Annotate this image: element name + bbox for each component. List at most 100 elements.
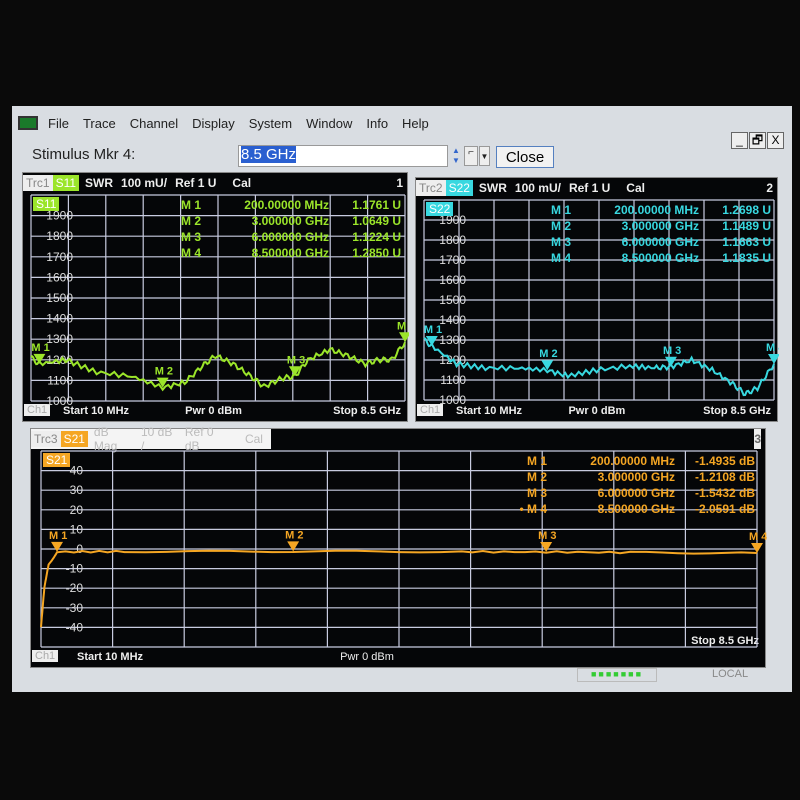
marker-value: 1.2850 U xyxy=(352,246,401,260)
marker-row[interactable]: M 2 3.000000 GHz 1.1489 U xyxy=(535,218,771,234)
menu-info[interactable]: Info xyxy=(366,116,388,131)
stimulus-input[interactable]: 8.5 GHz xyxy=(238,145,448,167)
marker-row[interactable]: M 3 6.000000 GHz 1.1224 U xyxy=(165,229,401,245)
y-tick-label: 1500 xyxy=(46,291,73,305)
y-tick-label: -20 xyxy=(66,581,84,595)
y-tick-label: 20 xyxy=(70,503,84,517)
marker-value: -1.2108 dB xyxy=(694,470,755,484)
marker-value: 1.0649 U xyxy=(352,214,401,228)
marker-table: M 1 200.00000 MHz -1.4935 dB M 2 3.000000 GH… xyxy=(511,453,755,517)
step-icon[interactable]: ⌐ xyxy=(464,146,478,166)
status-leds: ■■■■■■■ xyxy=(577,668,657,682)
y-tick-label: 10 xyxy=(70,522,84,536)
marker-triangle-icon xyxy=(287,541,300,552)
marker-triangle-icon xyxy=(768,354,779,364)
app-icon[interactable] xyxy=(18,116,38,130)
marker-label: M 2 xyxy=(285,529,303,541)
marker-name: M 3 xyxy=(526,486,547,500)
spin-arrows-icon[interactable]: ▲ ▼ xyxy=(452,146,462,168)
marker-row[interactable]: M 2 3.000000 GHz -1.2108 dB xyxy=(511,469,755,485)
menu-file[interactable]: File xyxy=(48,116,69,131)
marker-row[interactable]: M 1 200.00000 MHz 1.2698 U xyxy=(535,202,771,218)
marker-label: M 1 xyxy=(31,342,49,354)
marker-table: M 1 200.00000 MHz 1.2698 U M 2 3.000000 GHz 1… xyxy=(535,202,771,266)
trace-panel-1[interactable]: Trc1 S11 SWR 100 mU/ Ref 1 U Cal 1 Ch1 S… xyxy=(22,172,409,422)
param-tag: S21 xyxy=(43,453,71,467)
y-tick-label: -10 xyxy=(66,562,84,576)
y-tick-label: 0 xyxy=(76,542,83,556)
menu-channel[interactable]: Channel xyxy=(130,116,178,131)
marker-stimulus: 200.00000 MHz xyxy=(244,198,329,212)
marker-name: M 4 xyxy=(180,246,201,260)
menu-bar: File Trace Channel Display System Window… xyxy=(12,110,792,136)
menu-window[interactable]: Window xyxy=(306,116,352,131)
marker-name: M 1 xyxy=(526,454,547,468)
y-tick-label: 1100 xyxy=(440,373,466,387)
trace-panel-3[interactable]: Trc3 S21 dB Mag 10 dB / Ref 0 dB Cal 3 C… xyxy=(30,425,767,668)
marker-value: 1.2698 U xyxy=(722,203,771,217)
y-tick-label: 1300 xyxy=(46,332,73,346)
marker-row[interactable]: M 1 200.00000 MHz -1.4935 dB xyxy=(511,453,755,469)
marker-label: M 3 xyxy=(538,530,556,542)
marker-label: M 4 xyxy=(749,531,767,543)
marker-value: 1.1663 U xyxy=(722,235,771,249)
marker-name: M 2 xyxy=(526,470,547,484)
y-tick-label: 1600 xyxy=(439,273,466,287)
marker-stimulus: 6.000000 GHz xyxy=(251,230,329,244)
marker-table: M 1 200.00000 MHz 1.1761 U M 2 3.000000 GHz 1… xyxy=(165,197,401,261)
y-tick-label: 1400 xyxy=(439,313,466,327)
trace-panel-2[interactable]: Trc2 S22 SWR 100 mU/ Ref 1 U Cal 2 Ch1 S… xyxy=(415,177,779,422)
marker-triangle-icon xyxy=(399,332,409,343)
y-tick-label: 40 xyxy=(70,464,84,478)
y-tick-label: -40 xyxy=(66,620,84,634)
marker-value: -1.4935 dB xyxy=(694,454,755,468)
y-tick-label: 1500 xyxy=(439,293,466,307)
dropdown-arrow-icon[interactable]: ▼ xyxy=(479,146,490,166)
marker-label: M 2 xyxy=(155,366,173,378)
stimulus-toolbar: Stimulus Mkr 4: 8.5 GHz ▲ ▼ ⌐ ▼ Close xyxy=(12,142,792,172)
stimulus-value: 8.5 GHz xyxy=(241,146,297,163)
menu-system[interactable]: System xyxy=(249,116,292,131)
marker-stimulus: 6.000000 GHz xyxy=(597,486,675,500)
marker-triangle-icon xyxy=(51,541,64,552)
marker-label: M 2 xyxy=(539,348,557,360)
y-tick-label: 30 xyxy=(70,483,84,497)
menu-help[interactable]: Help xyxy=(402,116,429,131)
marker-label: M 3 xyxy=(287,354,305,366)
marker-label: M 1 xyxy=(49,530,67,542)
y-tick-label: 1700 xyxy=(46,250,73,264)
y-tick-label: 1000 xyxy=(46,394,73,408)
marker-name: M 2 xyxy=(180,214,201,228)
menu-trace[interactable]: Trace xyxy=(83,116,116,131)
marker-name: M 2 xyxy=(550,219,571,233)
marker-value: 1.1835 U xyxy=(722,251,771,265)
y-tick-label: 1100 xyxy=(47,373,73,387)
marker-row[interactable]: M 1 200.00000 MHz 1.1761 U xyxy=(165,197,401,213)
close-button[interactable]: Close xyxy=(496,146,554,168)
marker-row[interactable]: M 4 8.500000 GHz 1.2850 U xyxy=(165,245,401,261)
marker-row[interactable]: M 2 3.000000 GHz 1.0649 U xyxy=(165,213,401,229)
marker-label: M 3 xyxy=(663,345,681,357)
marker-stimulus: 8.500000 GHz xyxy=(251,246,329,260)
marker-stimulus: 3.000000 GHz xyxy=(597,470,675,484)
param-tag: S11 xyxy=(33,197,60,211)
marker-row[interactable]: M 4 8.500000 GHz 1.1835 U xyxy=(535,250,771,266)
menu-display[interactable]: Display xyxy=(192,116,235,131)
y-tick-label: 1300 xyxy=(439,333,466,347)
marker-value: -1.5432 dB xyxy=(694,486,755,500)
marker-label: M 4 xyxy=(766,342,779,354)
param-tag: S22 xyxy=(426,202,454,216)
y-tick-label: 1800 xyxy=(439,233,466,247)
marker-stimulus: 200.00000 MHz xyxy=(614,203,699,217)
y-tick-label: 1700 xyxy=(439,253,466,267)
stimulus-label: Stimulus Mkr 4: xyxy=(32,146,136,163)
marker-row[interactable]: • M 4 8.500000 GHz -2.0591 dB xyxy=(511,501,755,517)
marker-name: M 1 xyxy=(550,203,571,217)
marker-stimulus: 3.000000 GHz xyxy=(251,214,329,228)
marker-row[interactable]: M 3 6.000000 GHz -1.5432 dB xyxy=(511,485,755,501)
marker-value: -2.0591 dB xyxy=(694,502,755,516)
marker-row[interactable]: M 3 6.000000 GHz 1.1663 U xyxy=(535,234,771,250)
marker-stimulus: 3.000000 GHz xyxy=(621,219,699,233)
marker-name: M 3 xyxy=(550,235,571,249)
marker-value: 1.1224 U xyxy=(352,230,401,244)
